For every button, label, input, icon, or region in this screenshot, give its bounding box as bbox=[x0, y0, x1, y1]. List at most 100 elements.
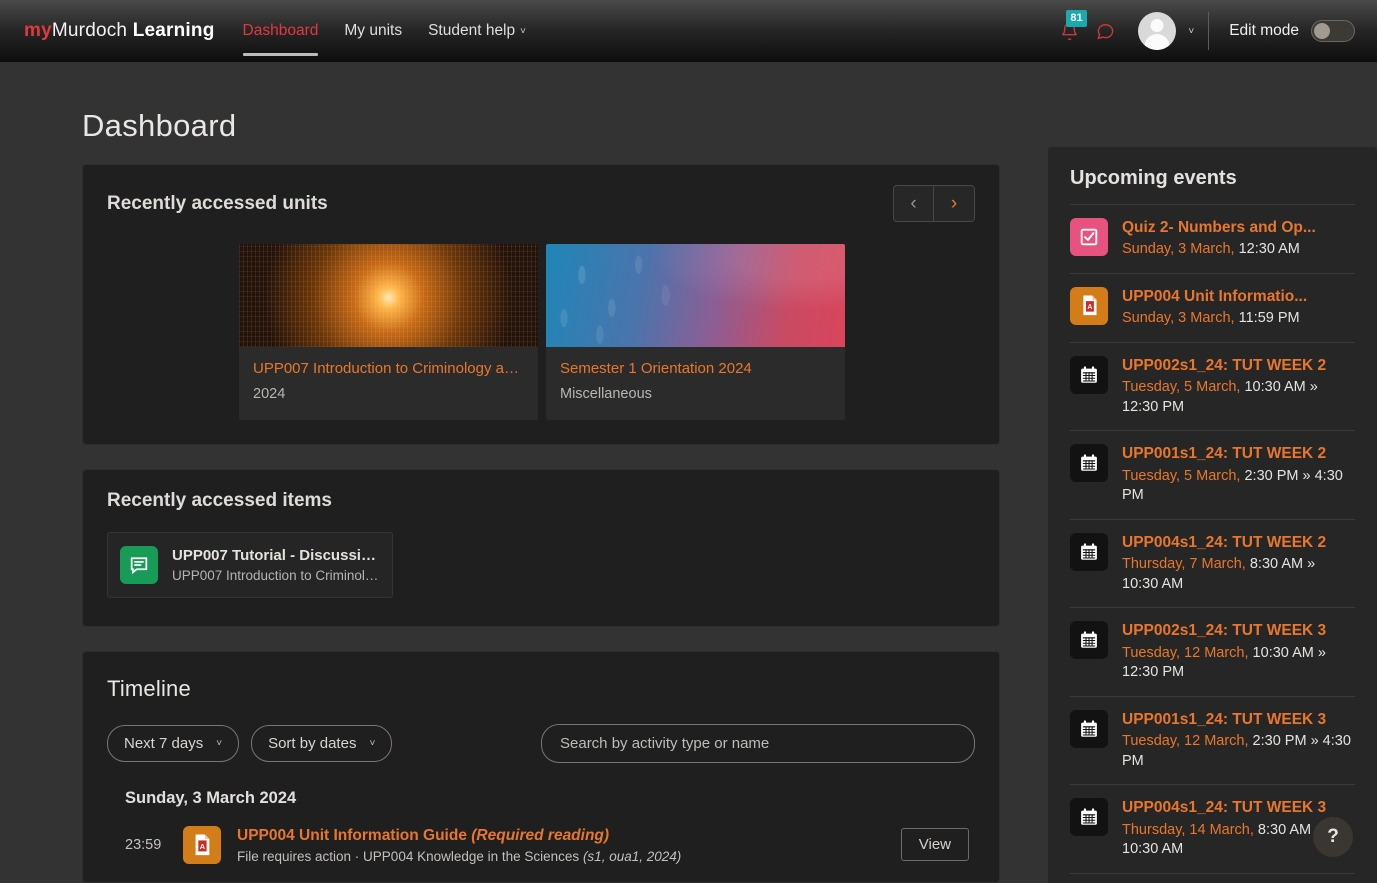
unit-course-image bbox=[239, 244, 538, 347]
upcoming-event-date: Thursday, 7 March, bbox=[1122, 556, 1246, 573]
calendar-glyph bbox=[1081, 808, 1097, 826]
calendar-icon bbox=[1070, 621, 1108, 660]
search-input[interactable] bbox=[541, 723, 975, 763]
right-sidebar-column: Upcoming events Quiz 2- Numbers and Op..… bbox=[1048, 62, 1377, 883]
unit-card-body: UPP007 Introduction to Criminology and..… bbox=[239, 347, 538, 420]
calendar-glyph bbox=[1081, 720, 1097, 737]
upcoming-event-item[interactable]: UPP002s1_24: TUT WEEK 3 Tuesday, 12 Marc… bbox=[1070, 607, 1355, 696]
unit-card-subtitle: Miscellaneous bbox=[560, 385, 652, 402]
upcoming-event-item[interactable]: UPP001s1_24: TUT WEEK 3 Tuesday, 12 Marc… bbox=[1070, 695, 1355, 785]
timeline-row-title[interactable]: UPP004 Unit Information Guide (Required … bbox=[237, 826, 885, 846]
upcoming-event-text: UPP001s1_24: TUT WEEK 3 Tuesday, 12 Marc… bbox=[1122, 710, 1355, 772]
upcoming-event-time: 12:30 AM bbox=[1234, 241, 1300, 258]
timeline-row: 23:59 A UPP004 Unit Information Guide (R… bbox=[107, 816, 975, 882]
list-item-text: UPP007 Tutorial - Discussion... UPP007 I… bbox=[172, 547, 380, 583]
unit-card[interactable]: Semester 1 Orientation 2024 Miscellaneou… bbox=[546, 244, 845, 420]
timeline-date-filter[interactable]: Next 7 days ˅ bbox=[107, 724, 240, 762]
upcoming-event-date: Sunday, 3 March, bbox=[1122, 310, 1235, 327]
recently-accessed-items-body: Recently accessed items UPP007 Tutorial … bbox=[83, 470, 999, 626]
upcoming-event-date: Sunday, 3 March, bbox=[1122, 241, 1235, 258]
header-actions: 81 ˅ Edit mode bbox=[1052, 0, 1355, 62]
chevron-down-icon: ˅ bbox=[216, 737, 223, 749]
calendar-icon bbox=[1070, 798, 1108, 837]
list-item-title[interactable]: UPP007 Tutorial - Discussion... bbox=[172, 547, 380, 566]
upcoming-event-name: UPP004 Unit Informatio... bbox=[1122, 287, 1308, 305]
timeline-row-main: UPP004 Unit Information Guide (Required … bbox=[237, 826, 885, 864]
messages-button[interactable] bbox=[1088, 14, 1122, 48]
timeline-row-activity-name: UPP004 Unit Information Guide bbox=[237, 826, 467, 844]
timeline-row-time: 23:59 bbox=[125, 836, 162, 853]
timeline-date-filter-label: Next 7 days bbox=[124, 734, 204, 752]
upcoming-event-item[interactable]: 1a. Paragraph Summary i... Sunday, 17 Ma… bbox=[1070, 872, 1355, 883]
upcoming-event-item[interactable]: Quiz 2- Numbers and Op... Sunday, 3 Marc… bbox=[1070, 204, 1355, 273]
recently-accessed-items-title: Recently accessed items bbox=[107, 489, 332, 511]
upcoming-event-date: Tuesday, 5 March, bbox=[1122, 467, 1241, 484]
upcoming-event-when: Tuesday, 12 March, 2:30 PM » 4:30 PM bbox=[1122, 732, 1355, 771]
timeline-title: Timeline bbox=[107, 675, 191, 701]
upcoming-event-date: Tuesday, 5 March, bbox=[1122, 379, 1241, 396]
recently-accessed-items-block: Recently accessed items UPP007 Tutorial … bbox=[82, 468, 1000, 627]
edit-mode-label: Edit mode bbox=[1229, 22, 1299, 39]
page-title: Dashboard bbox=[82, 108, 237, 143]
timeline-row-meta: File requires action · UPP004 Knowledge … bbox=[237, 849, 885, 864]
chevron-down-icon: ˅ bbox=[369, 737, 376, 749]
carousel-next-button[interactable]: › bbox=[934, 186, 974, 221]
unit-card-title[interactable]: UPP007 Introduction to Criminology and..… bbox=[253, 360, 524, 379]
unit-card[interactable]: UPP007 Introduction to Criminology and..… bbox=[239, 244, 538, 420]
unit-card-body: Semester 1 Orientation 2024 Miscellaneou… bbox=[546, 347, 845, 420]
nav-link-student-help[interactable]: Student help ˅ bbox=[428, 0, 526, 62]
upcoming-event-item[interactable]: UPP002s1_24: TUT WEEK 2 Tuesday, 5 March… bbox=[1070, 341, 1355, 431]
nav-link-dashboard-label: Dashboard bbox=[242, 22, 319, 39]
upcoming-event-when: Tuesday, 12 March, 10:30 AM » 12:30 PM bbox=[1122, 644, 1355, 683]
speech-bubble-glyph bbox=[130, 557, 148, 574]
list-item[interactable]: UPP007 Tutorial - Discussion... UPP007 I… bbox=[107, 531, 393, 598]
upcoming-event-text: UPP002s1_24: TUT WEEK 2 Tuesday, 5 March… bbox=[1122, 356, 1355, 418]
pdf-document-glyph: A bbox=[195, 834, 210, 855]
user-menu-button[interactable]: ˅ bbox=[1138, 12, 1194, 50]
upcoming-event-name: UPP004s1_24: TUT WEEK 3 bbox=[1122, 799, 1327, 817]
upcoming-event-when: Sunday, 3 March, 11:59 PM bbox=[1122, 309, 1355, 329]
upcoming-event-name: UPP001s1_24: TUT WEEK 3 bbox=[1122, 710, 1327, 728]
upcoming-event-item[interactable]: UPP004s1_24: TUT WEEK 2 Thursday, 7 Marc… bbox=[1070, 518, 1355, 608]
nav-link-my-units[interactable]: My units bbox=[344, 0, 402, 62]
timeline-body: Timeline Next 7 days ˅ Sort by dates ˅ S… bbox=[83, 652, 999, 882]
nav-link-dashboard[interactable]: Dashboard bbox=[242, 0, 319, 62]
page-body: Dashboard Recently accessed units ‹ › UP… bbox=[0, 62, 1377, 883]
chevron-down-icon: ˅ bbox=[520, 25, 526, 37]
upcoming-event-name: UPP002s1_24: TUT WEEK 3 bbox=[1122, 622, 1327, 640]
notifications-button[interactable]: 81 bbox=[1052, 10, 1087, 48]
carousel-prev-button[interactable]: ‹ bbox=[894, 186, 934, 221]
header-divider bbox=[1208, 12, 1210, 50]
view-button[interactable]: View bbox=[900, 828, 969, 862]
calendar-icon bbox=[1070, 709, 1108, 748]
edit-mode-control: Edit mode bbox=[1229, 20, 1355, 42]
help-button[interactable]: ? bbox=[1313, 817, 1353, 857]
site-logo[interactable]: myMurdoch Learning bbox=[24, 20, 215, 42]
recently-accessed-items-list: UPP007 Tutorial - Discussion... UPP007 I… bbox=[107, 531, 975, 598]
svg-text:A: A bbox=[1087, 305, 1092, 312]
calendar-icon bbox=[1070, 444, 1108, 483]
timeline-row-meta-context: (s1, oua1, 2024) bbox=[582, 848, 682, 864]
unit-card-title[interactable]: Semester 1 Orientation 2024 bbox=[560, 360, 831, 379]
upcoming-event-item[interactable]: UPP001s1_24: TUT WEEK 2 Tuesday, 5 March… bbox=[1070, 430, 1355, 519]
upcoming-event-text: UPP004s1_24: TUT WEEK 2 Thursday, 7 Marc… bbox=[1122, 533, 1355, 595]
upcoming-event-date: Tuesday, 12 March, bbox=[1122, 733, 1249, 750]
edit-mode-toggle[interactable] bbox=[1311, 20, 1355, 42]
pdf-icon: A bbox=[183, 825, 221, 864]
chat-bubble-icon bbox=[1097, 23, 1114, 39]
upcoming-event-name: Quiz 2- Numbers and Op... bbox=[1122, 219, 1316, 236]
calendar-glyph bbox=[1081, 631, 1097, 649]
calendar-glyph bbox=[1081, 454, 1097, 472]
main-content-column: Dashboard Recently accessed units ‹ › UP… bbox=[0, 62, 1048, 883]
upcoming-event-item[interactable]: UPP004s1_24: TUT WEEK 3 Thursday, 14 Mar… bbox=[1070, 784, 1355, 873]
nav-link-student-help-label: Student help bbox=[428, 22, 516, 39]
upcoming-event-name: UPP004s1_24: TUT WEEK 2 bbox=[1122, 533, 1327, 551]
checkbox-check-glyph bbox=[1080, 228, 1098, 246]
recently-accessed-units-block: Recently accessed units ‹ › UPP007 Intro… bbox=[82, 164, 1000, 445]
forum-icon bbox=[120, 545, 158, 584]
timeline-sort-filter[interactable]: Sort by dates ˅ bbox=[251, 724, 393, 762]
upcoming-event-item[interactable]: A UPP004 Unit Informatio... Sunday, 3 Ma… bbox=[1070, 272, 1355, 342]
unit-course-image bbox=[546, 244, 845, 347]
upcoming-event-text: UPP002s1_24: TUT WEEK 3 Tuesday, 12 Marc… bbox=[1122, 621, 1355, 683]
primary-nav: Dashboard My units Student help ˅ bbox=[242, 0, 526, 62]
